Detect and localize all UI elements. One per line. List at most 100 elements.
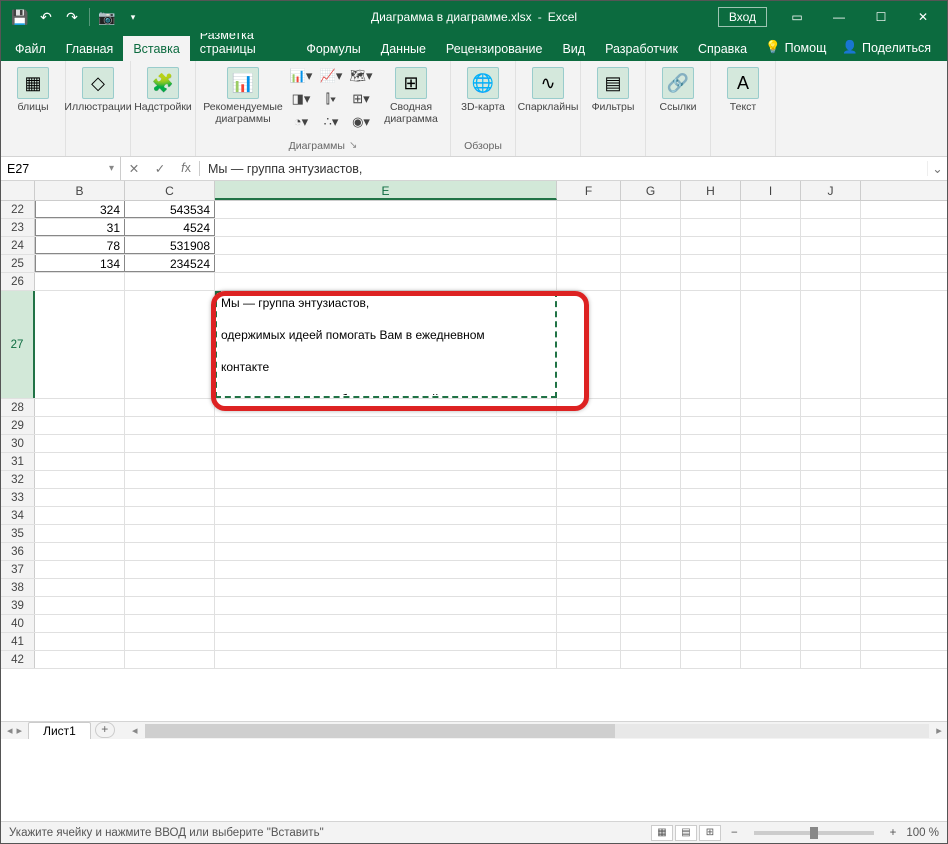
cell-G39[interactable]	[621, 597, 681, 614]
col-header-b[interactable]: B	[35, 181, 125, 200]
statistic-chart-icon[interactable]: ⫿▾	[318, 88, 344, 110]
select-all-corner[interactable]	[1, 181, 35, 200]
cell-H30[interactable]	[681, 435, 741, 452]
row-header[interactable]: 34	[1, 507, 35, 524]
tab-formulas[interactable]: Формулы	[296, 36, 370, 61]
cell-H24[interactable]	[681, 237, 741, 254]
zoom-out-icon[interactable]: −	[731, 827, 738, 839]
col-header-h[interactable]: H	[681, 181, 741, 200]
cell-C22[interactable]: 543534	[125, 201, 215, 218]
cell-C32[interactable]	[125, 471, 215, 488]
col-header-i[interactable]: I	[741, 181, 801, 200]
cell-F29[interactable]	[557, 417, 621, 434]
cell-E41[interactable]	[215, 633, 557, 650]
cell-I28[interactable]	[741, 399, 801, 416]
cell-I31[interactable]	[741, 453, 801, 470]
cell-H39[interactable]	[681, 597, 741, 614]
undo-icon[interactable]: ↶	[35, 6, 57, 28]
cell-B26[interactable]	[35, 273, 125, 290]
row-header[interactable]: 37	[1, 561, 35, 578]
row-header[interactable]: 42	[1, 651, 35, 668]
cell-G40[interactable]	[621, 615, 681, 632]
cell-J23[interactable]	[801, 219, 861, 236]
cell-I40[interactable]	[741, 615, 801, 632]
cell-G27[interactable]	[621, 291, 681, 398]
pivot-chart-button[interactable]: ⊞Сводная диаграмма	[378, 65, 444, 127]
hscroll-thumb[interactable]	[145, 724, 616, 738]
cell-H38[interactable]	[681, 579, 741, 596]
cell-H31[interactable]	[681, 453, 741, 470]
close-icon[interactable]: ✕	[903, 2, 943, 32]
row-header[interactable]: 26	[1, 273, 35, 290]
cell-H23[interactable]	[681, 219, 741, 236]
cell-H41[interactable]	[681, 633, 741, 650]
cell-F34[interactable]	[557, 507, 621, 524]
hscroll-track[interactable]: ◂ ▸	[145, 724, 929, 738]
cell-I34[interactable]	[741, 507, 801, 524]
cell-E37[interactable]	[215, 561, 557, 578]
row-header[interactable]: 36	[1, 543, 35, 560]
charts-launcher-icon[interactable]: ↘	[349, 140, 357, 152]
cell-C28[interactable]	[125, 399, 215, 416]
cell-F42[interactable]	[557, 651, 621, 668]
cell-J38[interactable]	[801, 579, 861, 596]
cell-B41[interactable]	[35, 633, 125, 650]
row-header[interactable]: 33	[1, 489, 35, 506]
cell-I24[interactable]	[741, 237, 801, 254]
cell-C37[interactable]	[125, 561, 215, 578]
cell-C34[interactable]	[125, 507, 215, 524]
cell-J39[interactable]	[801, 597, 861, 614]
tab-view[interactable]: Вид	[552, 36, 595, 61]
cell-H42[interactable]	[681, 651, 741, 668]
cell-J28[interactable]	[801, 399, 861, 416]
cell-G31[interactable]	[621, 453, 681, 470]
cell-I26[interactable]	[741, 273, 801, 290]
cell-B24[interactable]: 78	[35, 237, 125, 254]
page-layout-view-icon[interactable]: ▤	[675, 825, 697, 841]
tab-home[interactable]: Главная	[56, 36, 124, 61]
surface-chart-icon[interactable]: ◉▾	[348, 111, 374, 133]
text-button[interactable]: AТекст	[717, 65, 769, 115]
cell-G32[interactable]	[621, 471, 681, 488]
cell-F30[interactable]	[557, 435, 621, 452]
cell-B29[interactable]	[35, 417, 125, 434]
cell-G42[interactable]	[621, 651, 681, 668]
cell-B42[interactable]	[35, 651, 125, 668]
formula-input[interactable]: Мы — группа энтузиастов,	[200, 162, 927, 176]
cell-I41[interactable]	[741, 633, 801, 650]
cell-J30[interactable]	[801, 435, 861, 452]
cell-H27[interactable]	[681, 291, 741, 398]
cancel-formula-icon[interactable]: ✕	[121, 161, 147, 176]
cell-J26[interactable]	[801, 273, 861, 290]
cell-I38[interactable]	[741, 579, 801, 596]
cell-H29[interactable]	[681, 417, 741, 434]
cell-J40[interactable]	[801, 615, 861, 632]
cell-H22[interactable]	[681, 201, 741, 218]
cell-C23[interactable]: 4524	[125, 219, 215, 236]
cell-J32[interactable]	[801, 471, 861, 488]
hierarchy-chart-icon[interactable]: ◨▾	[288, 88, 314, 110]
cell-I22[interactable]	[741, 201, 801, 218]
cell-B39[interactable]	[35, 597, 125, 614]
cell-H28[interactable]	[681, 399, 741, 416]
cell-C41[interactable]	[125, 633, 215, 650]
row-header[interactable]: 30	[1, 435, 35, 452]
cell-G38[interactable]	[621, 579, 681, 596]
cell-G26[interactable]	[621, 273, 681, 290]
cell-J24[interactable]	[801, 237, 861, 254]
cell-E27[interactable]: Мы — группа энтузиастов, одержимых идеей…	[215, 291, 557, 398]
tab-review[interactable]: Рецензирование	[436, 36, 553, 61]
cell-F39[interactable]	[557, 597, 621, 614]
cell-E39[interactable]	[215, 597, 557, 614]
fx-icon[interactable]: fx	[173, 161, 199, 176]
cell-E29[interactable]	[215, 417, 557, 434]
cell-I30[interactable]	[741, 435, 801, 452]
zoom-slider[interactable]	[754, 831, 874, 835]
cell-J37[interactable]	[801, 561, 861, 578]
cell-F22[interactable]	[557, 201, 621, 218]
cell-H40[interactable]	[681, 615, 741, 632]
cell-B27[interactable]	[35, 291, 125, 398]
cell-C30[interactable]	[125, 435, 215, 452]
cell-E25[interactable]	[215, 255, 557, 272]
cell-C42[interactable]	[125, 651, 215, 668]
